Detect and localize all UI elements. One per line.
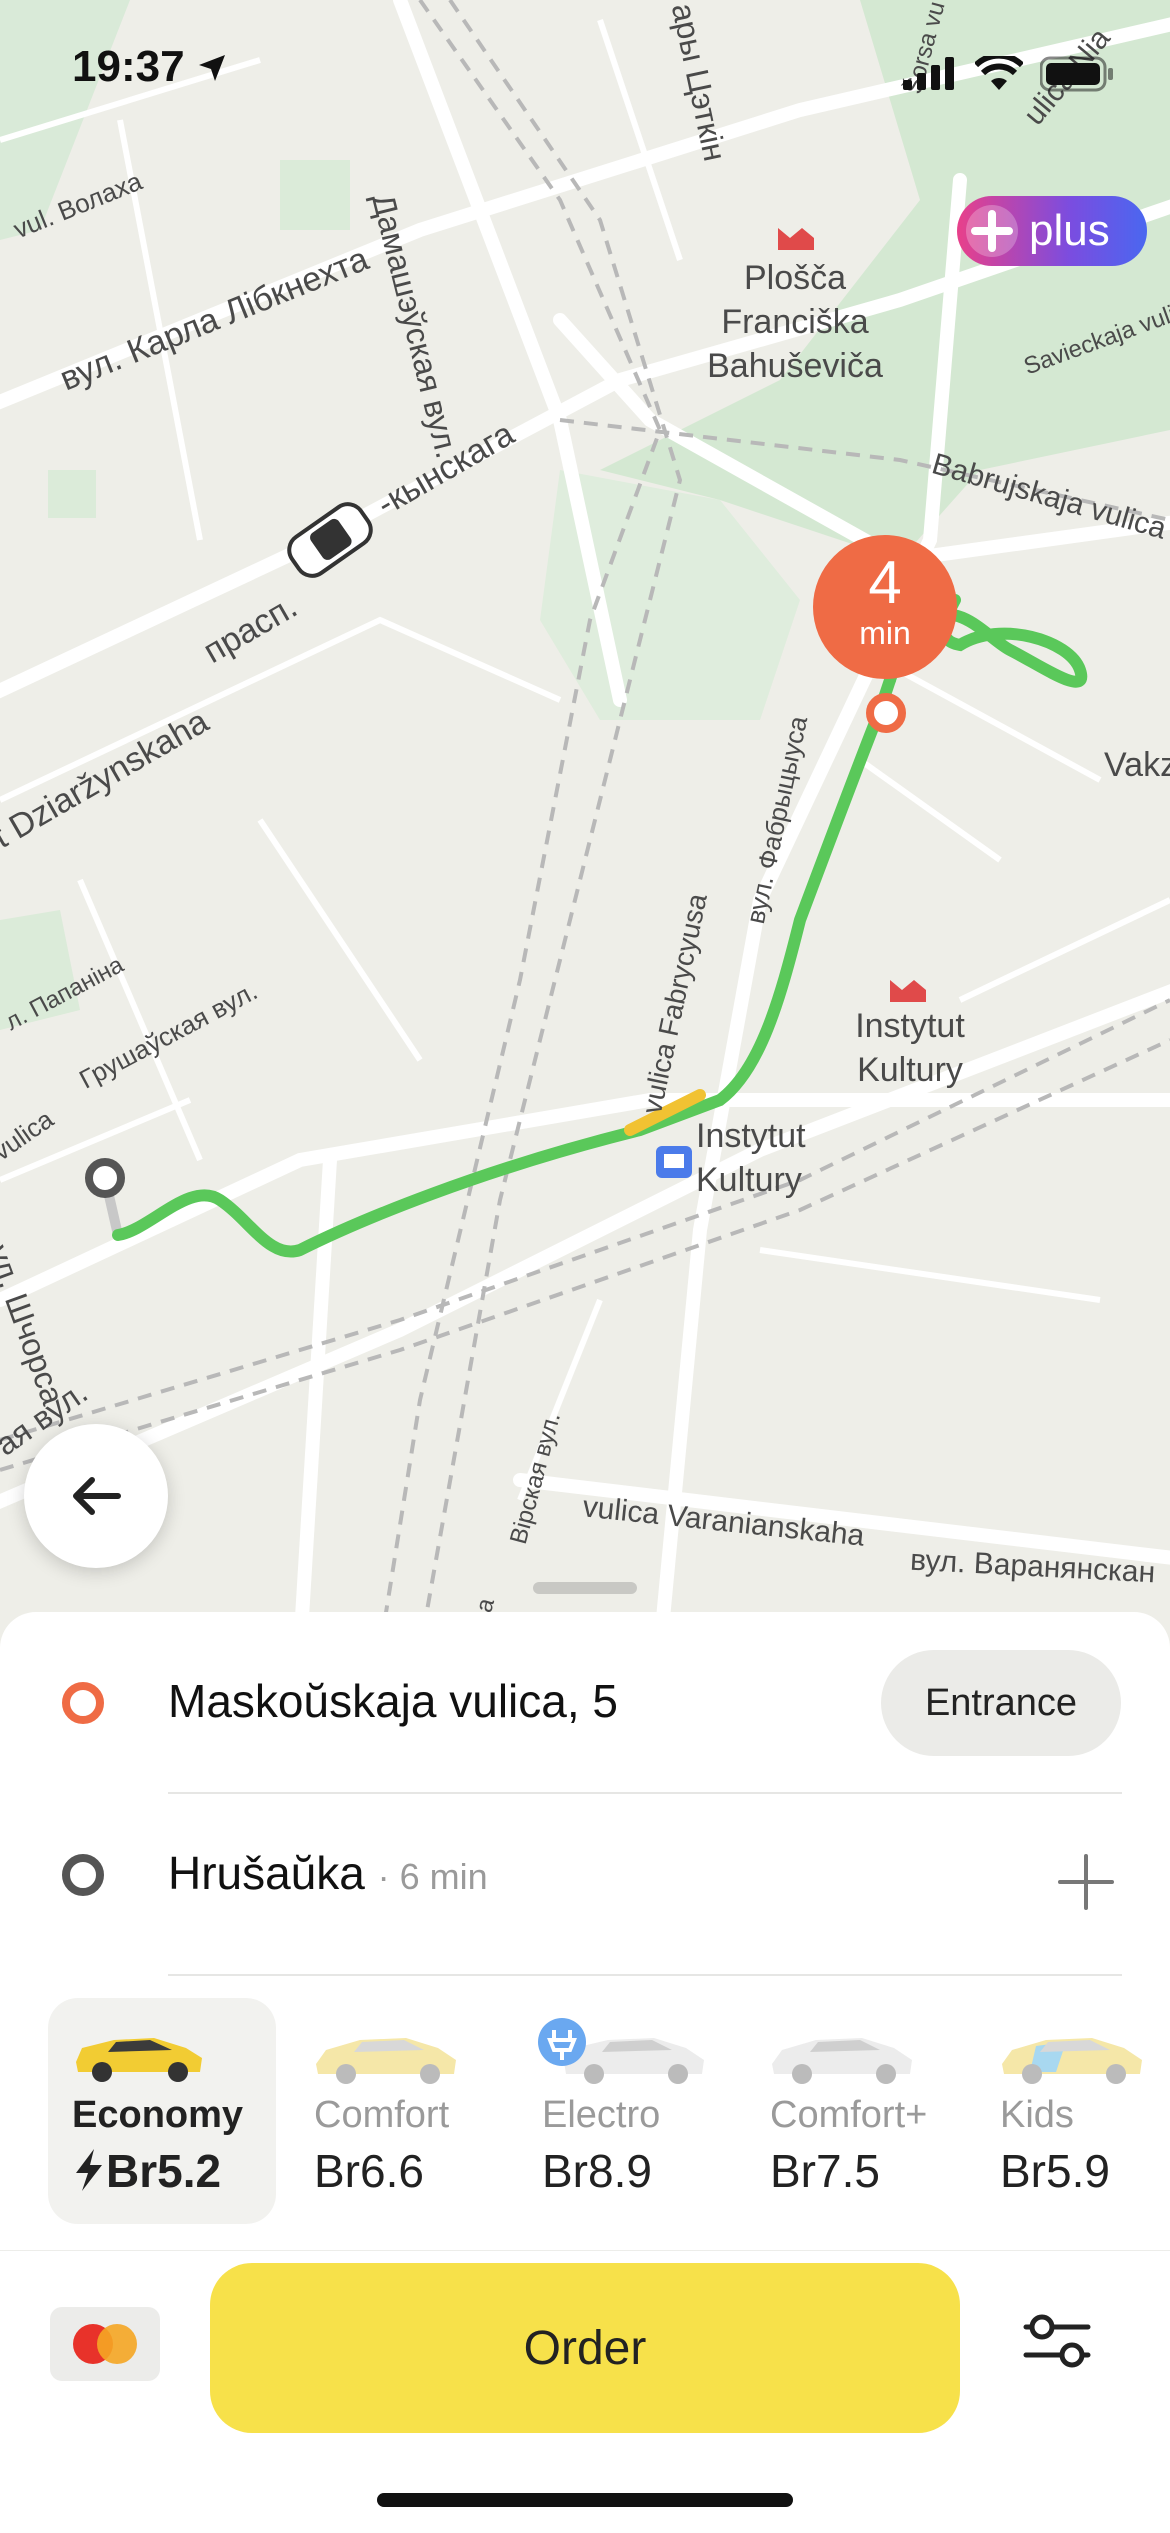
tariff-selector[interactable]: Economy Br5.2 Comfort Br6.6 Electro Br8.… xyxy=(0,1998,1170,2250)
surge-lightning-icon xyxy=(76,2149,102,2191)
pickup-row[interactable]: Maskoŭskaja vulica, 5 Entrance xyxy=(0,1612,1170,1792)
tariff-price: Br5.9 xyxy=(1000,2145,1110,2197)
tariff-kids[interactable]: Kids Br5.9 xyxy=(976,1998,1170,2224)
railway-station-label: Instytut Kultury xyxy=(696,1117,806,1199)
tariff-name: Economy xyxy=(72,2094,244,2136)
back-button[interactable] xyxy=(24,1424,168,1568)
sheet-drag-handle[interactable] xyxy=(533,1582,637,1594)
location-arrow-icon xyxy=(198,55,225,81)
wifi-icon xyxy=(975,56,1023,90)
plus-subscription-badge[interactable]: plus xyxy=(957,196,1147,266)
destination-duration: · 6 min xyxy=(377,1856,488,1897)
tariff-electro[interactable]: Electro Br8.9 xyxy=(518,1998,746,2224)
pickup-eta-badge: 4 min xyxy=(813,535,957,679)
destination-row[interactable]: Hrušaŭka · 6 min xyxy=(0,1794,1170,1974)
status-bar: 19:37 xyxy=(0,0,1170,140)
battery-icon xyxy=(1040,56,1113,92)
tariff-price: Br7.5 xyxy=(770,2145,880,2197)
eta-value: 4 xyxy=(868,549,902,616)
status-time: 19:37 xyxy=(72,42,227,92)
tariff-comfort[interactable]: Comfort Br6.6 xyxy=(290,1998,518,2224)
economy-car-icon xyxy=(76,2038,202,2082)
home-indicator xyxy=(377,2493,793,2507)
signal-icon xyxy=(903,57,954,90)
comfort-plus-car-icon xyxy=(772,2038,912,2084)
metro-station-label: Instytut Kultury xyxy=(855,1007,965,1089)
payment-method-button[interactable] xyxy=(50,2307,160,2381)
destination-dot-icon xyxy=(62,1854,104,1896)
street-label: Vakz xyxy=(1104,746,1170,784)
plus-icon xyxy=(966,205,1018,257)
plus-label: plus xyxy=(1029,206,1110,255)
order-button[interactable]: Order xyxy=(210,2263,960,2433)
arrow-left-icon xyxy=(73,1477,121,1515)
metro-station-label: Plošča Franciška Bahuševiča xyxy=(707,259,883,385)
entrance-button[interactable]: Entrance xyxy=(881,1650,1121,1756)
tariff-price: Br6.6 xyxy=(314,2145,424,2197)
tariff-name: Electro xyxy=(542,2094,661,2136)
tariff-name: Comfort xyxy=(314,2094,450,2136)
bottom-action-bar: Order xyxy=(0,2250,1170,2533)
eta-unit: min xyxy=(859,615,911,651)
comfort-car-icon xyxy=(316,2038,456,2084)
tariff-name: Kids xyxy=(1000,2094,1074,2136)
mastercard-icon xyxy=(73,2324,137,2364)
tariff-price: Br8.9 xyxy=(542,2145,652,2197)
destination-address[interactable]: Hrušaŭka · 6 min xyxy=(168,1846,488,1900)
filters-icon[interactable] xyxy=(1022,2311,1092,2371)
pickup-address[interactable]: Maskoŭskaja vulica, 5 xyxy=(168,1674,618,1728)
divider xyxy=(168,1974,1122,1976)
tariff-name: Comfort+ xyxy=(770,2094,928,2136)
tariff-price: Br5.2 xyxy=(72,2144,221,2198)
kids-car-icon xyxy=(1002,2038,1142,2084)
tariff-comfort-plus[interactable]: Comfort+ Br7.5 xyxy=(746,1998,974,2224)
electro-car-icon xyxy=(538,2018,704,2084)
add-stop-icon[interactable] xyxy=(1056,1852,1116,1912)
pickup-dot-icon xyxy=(62,1682,104,1724)
tariff-economy[interactable]: Economy Br5.2 xyxy=(48,1998,276,2224)
